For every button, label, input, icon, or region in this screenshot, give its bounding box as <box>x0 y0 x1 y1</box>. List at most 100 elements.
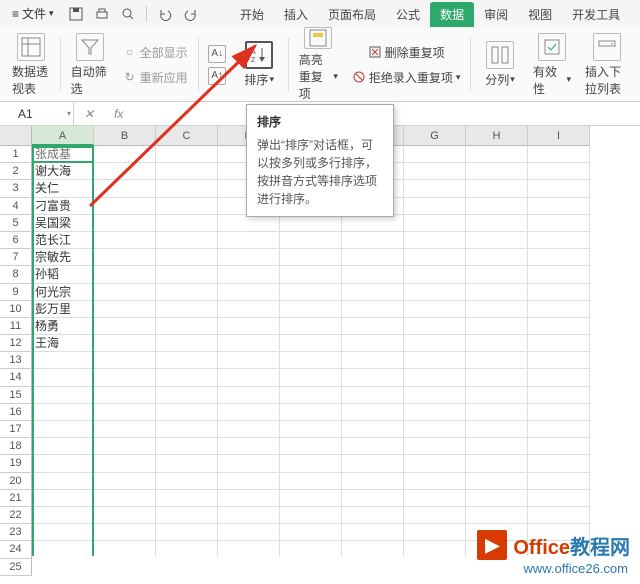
print-icon[interactable] <box>94 6 110 22</box>
cell[interactable]: 张成基 <box>32 146 94 163</box>
cell[interactable] <box>32 490 94 507</box>
cell[interactable] <box>280 318 342 335</box>
cell[interactable] <box>32 352 94 369</box>
cell[interactable] <box>32 473 94 490</box>
tab-dev[interactable]: 开发工具 <box>562 2 630 27</box>
highlight-dup-button[interactable]: 高亮重复项▾ <box>293 32 344 97</box>
pivot-table-button[interactable]: 数据透视表 <box>6 32 56 97</box>
cell[interactable] <box>94 146 156 163</box>
cell[interactable] <box>528 163 590 180</box>
cell[interactable] <box>156 404 218 421</box>
cell[interactable] <box>218 335 280 352</box>
row-header[interactable]: 13 <box>0 352 32 369</box>
cell[interactable] <box>32 507 94 524</box>
cell[interactable] <box>280 284 342 301</box>
cell[interactable] <box>218 387 280 404</box>
cell[interactable] <box>156 541 218 556</box>
cancel-fx-button[interactable]: ✕ <box>74 107 104 121</box>
cell[interactable] <box>94 455 156 472</box>
cell[interactable] <box>342 524 404 541</box>
cell[interactable]: 孙韬 <box>32 266 94 283</box>
row-header[interactable]: 15 <box>0 387 32 404</box>
cell[interactable] <box>218 318 280 335</box>
cell[interactable] <box>280 215 342 232</box>
cell[interactable] <box>404 335 466 352</box>
cell[interactable] <box>218 507 280 524</box>
cell[interactable] <box>32 369 94 386</box>
cell[interactable] <box>466 352 528 369</box>
cell[interactable] <box>94 318 156 335</box>
cell[interactable] <box>32 404 94 421</box>
cell[interactable] <box>156 473 218 490</box>
row-header[interactable]: 21 <box>0 490 32 507</box>
cell[interactable] <box>32 455 94 472</box>
cell[interactable] <box>404 249 466 266</box>
cell[interactable] <box>528 266 590 283</box>
cell[interactable] <box>466 215 528 232</box>
row-header[interactable]: 23 <box>0 524 32 541</box>
cell[interactable] <box>156 198 218 215</box>
column-header-I[interactable]: I <box>528 126 590 146</box>
row-header[interactable]: 6 <box>0 232 32 249</box>
cell[interactable] <box>218 404 280 421</box>
cell[interactable] <box>280 507 342 524</box>
cell[interactable] <box>404 301 466 318</box>
cell[interactable] <box>342 352 404 369</box>
cell[interactable] <box>528 318 590 335</box>
row-header[interactable]: 14 <box>0 369 32 386</box>
cell[interactable] <box>218 232 280 249</box>
cell[interactable]: 彭万里 <box>32 301 94 318</box>
cell[interactable] <box>466 421 528 438</box>
cell[interactable] <box>32 438 94 455</box>
row-header[interactable]: 10 <box>0 301 32 318</box>
cell[interactable] <box>466 232 528 249</box>
tab-layout[interactable]: 页面布局 <box>318 2 386 27</box>
cell[interactable] <box>218 438 280 455</box>
cell[interactable] <box>280 438 342 455</box>
cell[interactable] <box>156 180 218 197</box>
row-header[interactable]: 22 <box>0 507 32 524</box>
cell[interactable] <box>528 180 590 197</box>
cell[interactable] <box>94 438 156 455</box>
cell[interactable] <box>528 249 590 266</box>
cell[interactable]: 王海 <box>32 335 94 352</box>
undo-icon[interactable] <box>157 6 173 22</box>
cell[interactable] <box>404 198 466 215</box>
cell[interactable] <box>466 249 528 266</box>
select-all-corner[interactable] <box>0 126 32 146</box>
cell[interactable] <box>404 387 466 404</box>
column-header-H[interactable]: H <box>466 126 528 146</box>
cell[interactable] <box>94 249 156 266</box>
cell[interactable] <box>466 404 528 421</box>
cell[interactable] <box>404 404 466 421</box>
cell[interactable] <box>528 404 590 421</box>
cell[interactable] <box>528 507 590 524</box>
cell[interactable] <box>156 146 218 163</box>
cell[interactable] <box>466 266 528 283</box>
cell[interactable] <box>528 284 590 301</box>
cell[interactable] <box>342 507 404 524</box>
cell[interactable] <box>94 198 156 215</box>
cell[interactable] <box>280 490 342 507</box>
cell[interactable] <box>94 266 156 283</box>
cell[interactable] <box>156 232 218 249</box>
cell[interactable]: 谢大海 <box>32 163 94 180</box>
cell[interactable] <box>404 490 466 507</box>
row-header[interactable]: 3 <box>0 180 32 197</box>
row-header[interactable]: 18 <box>0 438 32 455</box>
cell[interactable] <box>466 387 528 404</box>
cell[interactable] <box>32 387 94 404</box>
cell[interactable] <box>156 335 218 352</box>
cell[interactable] <box>280 266 342 283</box>
row-header[interactable]: 16 <box>0 404 32 421</box>
cell[interactable] <box>528 198 590 215</box>
cell[interactable] <box>404 541 466 556</box>
tab-data[interactable]: 数据 <box>430 2 474 27</box>
cell[interactable] <box>156 215 218 232</box>
cell[interactable] <box>342 455 404 472</box>
cell[interactable] <box>94 524 156 541</box>
cell[interactable] <box>342 249 404 266</box>
cell[interactable] <box>342 232 404 249</box>
cell[interactable] <box>466 335 528 352</box>
tab-formula[interactable]: 公式 <box>386 2 430 27</box>
